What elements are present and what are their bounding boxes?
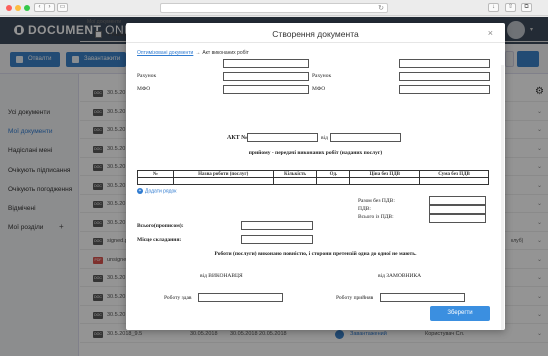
table-cell[interactable] — [316, 177, 351, 185]
share-icon[interactable]: ⇧ — [505, 3, 516, 12]
vat-label: ПДВ: — [358, 206, 371, 212]
place-label: Місце складання: — [137, 237, 182, 243]
col-sum: Сума без ПДВ — [419, 170, 489, 178]
items-table: № Назва роботи (послуг) Кількість Од. Ці… — [137, 170, 489, 185]
account-left-field[interactable] — [223, 72, 309, 81]
table-header-row: № Назва роботи (послуг) Кількість Од. Ці… — [137, 170, 489, 178]
account-left-label: Рахунок — [137, 73, 157, 79]
mfo-right-field[interactable] — [399, 85, 490, 94]
customer-signature-field[interactable] — [380, 293, 465, 302]
total-words-label: Всього(прописом): — [137, 223, 184, 229]
download-icon[interactable]: ↓ — [488, 3, 499, 12]
reload-icon[interactable]: ↻ — [378, 4, 384, 13]
plus-icon: + — [137, 188, 143, 194]
zoom-window-dot[interactable] — [24, 5, 30, 11]
dialog-scrollbar[interactable] — [501, 65, 504, 330]
col-unit: Од. — [316, 170, 351, 178]
work-handed-label: Роботу здав — [164, 295, 192, 301]
field-top-right[interactable] — [399, 59, 490, 68]
breadcrumb-current: Акт виконаних робіт — [202, 50, 249, 56]
create-document-dialog: Створення документа × Оптимізовані докум… — [126, 23, 505, 330]
vat-field[interactable] — [429, 205, 486, 214]
place-field[interactable] — [241, 235, 313, 244]
table-cell[interactable] — [349, 177, 421, 185]
dialog-body: Оптимізовані документи → Акт виконаних роб… — [126, 43, 505, 330]
col-price: Ціна без ПДВ — [349, 170, 421, 178]
act-number-field[interactable] — [247, 133, 318, 142]
table-cell[interactable] — [137, 177, 174, 185]
breadcrumb-separator: → — [195, 50, 201, 56]
save-button[interactable]: Зберегти — [430, 306, 490, 321]
executor-signature-field[interactable] — [198, 293, 283, 302]
table-cell[interactable] — [272, 177, 318, 185]
breadcrumb: Оптимізовані документи → Акт виконаних роб… — [137, 50, 249, 56]
total-no-vat-field[interactable] — [429, 196, 486, 205]
minimize-window-dot[interactable] — [15, 5, 21, 11]
dialog-title: Створення документа — [126, 23, 505, 43]
table-row — [137, 177, 489, 185]
browser-toolbar: ‹ › ▭ ↻ ↓ ⇧ ⧉ — [0, 0, 548, 16]
mfo-right-label: МФО — [312, 86, 326, 92]
col-quantity: Кількість — [272, 170, 318, 178]
tabs-icon[interactable]: ⧉ — [521, 3, 532, 12]
statement-text: Роботи (послуги) виконано повністю, і ст… — [214, 251, 417, 257]
mfo-left-label: МФО — [137, 86, 151, 92]
address-bar[interactable]: ↻ — [160, 3, 388, 13]
table-cell[interactable] — [419, 177, 489, 185]
table-cell[interactable] — [172, 177, 274, 185]
from-customer-label: від ЗАМОВНИКА — [378, 273, 422, 279]
close-window-dot[interactable] — [6, 5, 12, 11]
total-no-vat-label: Разом без ПДВ: — [358, 198, 395, 204]
field-top-left[interactable] — [223, 59, 309, 68]
mfo-left-field[interactable] — [223, 85, 309, 94]
account-right-field[interactable] — [399, 72, 490, 81]
act-subtitle: прийому - передачі виконаних робіт (нада… — [248, 150, 383, 156]
forward-button[interactable]: › — [44, 3, 55, 12]
total-with-vat-label: Всього із ПДВ: — [358, 214, 394, 220]
close-icon[interactable]: × — [488, 28, 493, 38]
act-date-label: від — [321, 135, 328, 141]
act-date-field[interactable] — [330, 133, 401, 142]
work-accepted-label: Роботу прийняв — [336, 295, 374, 301]
add-row-button[interactable]: + Додати рядок — [137, 188, 177, 194]
total-with-vat-field[interactable] — [429, 214, 486, 223]
sidebar-toggle-button[interactable]: ▭ — [57, 3, 68, 12]
account-right-label: Рахунок — [312, 73, 332, 79]
total-words-field[interactable] — [241, 221, 313, 230]
col-number: № — [137, 170, 174, 178]
act-number-label: АКТ № — [227, 135, 248, 141]
breadcrumb-link[interactable]: Оптимізовані документи — [137, 50, 193, 56]
col-work-name: Назва роботи (послуг) — [172, 170, 274, 178]
from-executor-label: від ВИКОНАВЦЯ — [200, 273, 243, 279]
